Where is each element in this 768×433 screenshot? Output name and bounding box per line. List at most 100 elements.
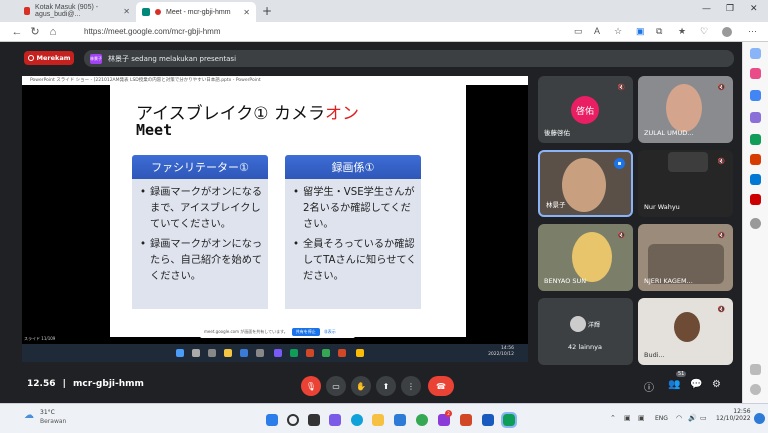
new-tab-button[interactable]: + bbox=[262, 4, 272, 18]
chat-icon[interactable]: 💬 bbox=[690, 379, 702, 390]
participant-tile[interactable]: 🔇 BENYAO SUN bbox=[538, 224, 633, 291]
participant-tile[interactable]: 🔇 NJERI KAGEM... bbox=[638, 224, 733, 291]
participant-tile[interactable]: 🔇 Nur Wahyu bbox=[638, 150, 733, 217]
video-feed bbox=[668, 152, 708, 172]
meeting-time: 12.56 bbox=[27, 379, 56, 389]
minimize-icon[interactable]: — bbox=[702, 4, 711, 14]
participant-name: Budi... bbox=[644, 351, 665, 359]
profile-icon[interactable] bbox=[722, 27, 732, 37]
recording-badge[interactable]: Merekam bbox=[24, 51, 74, 65]
explorer-icon bbox=[224, 349, 232, 357]
wifi-icon[interactable]: ◠ bbox=[676, 414, 682, 422]
close-window-icon[interactable]: ✕ bbox=[750, 4, 758, 14]
favorite-icon[interactable]: ☆ bbox=[614, 26, 622, 37]
meet-taskbar-icon[interactable] bbox=[501, 412, 517, 428]
shopping-icon[interactable] bbox=[750, 68, 761, 79]
list-item: • 留学生・VSE学生さんが2名いるか確認してください。 bbox=[293, 187, 415, 230]
outlook-icon[interactable] bbox=[750, 174, 761, 185]
sidebar-hide-icon[interactable] bbox=[750, 364, 761, 375]
more-options-button[interactable]: ⋮ bbox=[401, 376, 421, 396]
extension-icon[interactable]: ▣ bbox=[636, 26, 645, 37]
participant-name: ZULAL UMUD... bbox=[644, 129, 694, 137]
maximize-icon[interactable]: ❐ bbox=[726, 4, 734, 14]
search-icon bbox=[192, 349, 200, 357]
office365-icon[interactable] bbox=[750, 154, 761, 165]
tray-app-icon[interactable]: ▣ bbox=[624, 414, 631, 422]
camera-icon[interactable]: ▭ bbox=[574, 26, 583, 37]
list-item: • 録画マークがオンになったら、自己紹介を始めてください。 bbox=[140, 239, 263, 282]
windows-start-icon[interactable] bbox=[266, 414, 278, 426]
volume-icon[interactable]: 🔊 bbox=[688, 414, 697, 422]
edge-icon[interactable] bbox=[351, 414, 363, 426]
tools-icon[interactable] bbox=[750, 90, 761, 101]
chrome-icon bbox=[356, 349, 364, 357]
stop-sharing-button[interactable]: 共有を停止 bbox=[291, 327, 320, 336]
games-icon[interactable] bbox=[750, 112, 761, 123]
tray-chevron-icon[interactable]: ⌃ bbox=[610, 414, 616, 422]
windows-icon bbox=[176, 349, 184, 357]
slide-number: スライド 11/109 bbox=[24, 336, 56, 341]
people-icon[interactable]: 👥 bbox=[668, 379, 680, 390]
word-icon[interactable] bbox=[482, 414, 494, 426]
mic-toggle-button[interactable]: 🎙 bbox=[301, 376, 321, 396]
back-icon[interactable]: ← bbox=[8, 26, 26, 38]
close-icon[interactable]: ✕ bbox=[123, 7, 130, 16]
activities-icon[interactable]: ⚙ bbox=[712, 379, 721, 390]
participant-tile[interactable]: 啓佑 🔇 後藤啓佑 bbox=[538, 76, 633, 143]
collections-icon[interactable]: ⧉ bbox=[656, 26, 662, 37]
weather-temp: 31°C bbox=[40, 409, 55, 416]
refresh-icon[interactable]: ↻ bbox=[26, 25, 44, 38]
search-icon[interactable] bbox=[287, 414, 299, 426]
end-call-icon: ☎ bbox=[436, 381, 446, 391]
youtube-icon[interactable] bbox=[750, 194, 761, 205]
language-indicator[interactable]: ENG bbox=[655, 415, 668, 422]
store-icon[interactable] bbox=[394, 414, 406, 426]
present-icon: ⬆ bbox=[382, 381, 390, 391]
office-icon[interactable] bbox=[750, 134, 761, 145]
meet-icon bbox=[142, 8, 150, 16]
recording-dot-icon bbox=[155, 9, 161, 15]
file-explorer-icon[interactable] bbox=[372, 414, 384, 426]
mic-off-icon: 🔇 bbox=[717, 158, 726, 165]
presenting-text: 林景子 sedang melakukan presentasi bbox=[108, 54, 237, 63]
more-participants-tile[interactable]: 洋輝 42 lainnya bbox=[538, 298, 633, 365]
participant-tile[interactable]: 🔇 Budi... bbox=[638, 298, 733, 365]
powerpoint-icon[interactable] bbox=[460, 414, 472, 426]
taskview-icon[interactable] bbox=[308, 414, 320, 426]
tab-meet[interactable]: Meet - mcr-gbji-hmm ✕ bbox=[136, 2, 256, 22]
tab-gmail[interactable]: Kotak Masuk (905) - agus_budi@... ✕ bbox=[18, 0, 136, 22]
url-field[interactable]: https://meet.google.com/mcr-gbji-hmm bbox=[84, 27, 221, 36]
video-feed bbox=[572, 232, 612, 282]
app-icon bbox=[256, 349, 264, 357]
raise-hand-button[interactable]: ✋ bbox=[351, 376, 371, 396]
browser-essentials-icon[interactable]: ♡ bbox=[700, 26, 708, 37]
hide-button[interactable]: 非表示 bbox=[324, 329, 336, 335]
leave-call-button[interactable]: ☎ bbox=[428, 376, 454, 396]
read-aloud-icon[interactable]: A bbox=[594, 26, 600, 36]
participant-tile-speaking[interactable]: ▪ 林景子 bbox=[538, 150, 633, 217]
battery-icon[interactable]: ▭ bbox=[700, 414, 707, 422]
mic-off-icon: 🎙 bbox=[305, 381, 317, 391]
chrome-icon[interactable] bbox=[416, 414, 428, 426]
info-icon[interactable]: ⓘ bbox=[644, 379, 654, 394]
favorites-icon[interactable]: ★ bbox=[678, 26, 686, 37]
presenting-banner: 林景子 林景子 sedang melakukan presentasi bbox=[84, 50, 734, 67]
home-icon[interactable]: ⌂ bbox=[44, 26, 62, 38]
camera-toggle-button[interactable]: ▭ bbox=[326, 376, 346, 396]
notification-icon[interactable] bbox=[754, 413, 765, 424]
clock[interactable]: 12:56 12/10/2022 bbox=[716, 408, 751, 422]
more-icon[interactable]: ⋯ bbox=[748, 26, 757, 37]
shared-screen: PowerPoint スライド ショー - [221012AM発表 LSD授業の… bbox=[22, 76, 528, 344]
search-icon[interactable] bbox=[750, 48, 761, 59]
settings-icon[interactable] bbox=[750, 384, 761, 395]
address-bar-row: ← ↻ ⌂ https://meet.google.com/mcr-gbji-h… bbox=[0, 22, 768, 42]
teams-icon[interactable] bbox=[329, 414, 341, 426]
present-button[interactable]: ⬆ bbox=[376, 376, 396, 396]
add-icon[interactable] bbox=[750, 218, 761, 229]
close-icon[interactable]: ✕ bbox=[243, 8, 250, 17]
ppt-window-title: PowerPoint スライド ショー - [221012AM発表 LSD授業の… bbox=[22, 76, 528, 85]
participant-tile[interactable]: 🔇 ZULAL UMUD... bbox=[638, 76, 733, 143]
slide: アイスブレイク① カメラオン Meet ファシリテーター① • 録画マークがオンに… bbox=[110, 85, 466, 337]
mic-off-icon: 🔇 bbox=[617, 232, 626, 239]
tray-app-icon[interactable]: ▣ bbox=[638, 414, 645, 422]
